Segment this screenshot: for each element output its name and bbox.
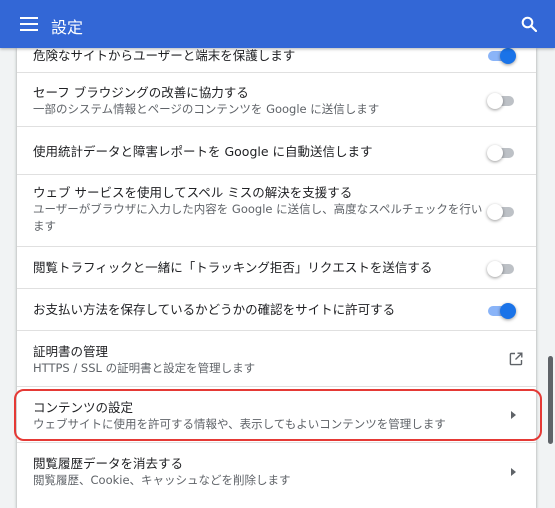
payment-methods-toggle[interactable]: [488, 303, 518, 319]
setting-title: お支払い方法を保存しているかどうかの確認をサイトに許可する: [33, 302, 396, 317]
setting-row-do-not-track[interactable]: 閲覧トラフィックと一緒に「トラッキング拒否」リクエストを送信する: [17, 246, 536, 288]
setting-title: セーフ ブラウジングの改善に協力する: [33, 85, 249, 100]
setting-row-safe-browsing[interactable]: 危険なサイトからユーザーと端末を保護します: [17, 48, 536, 72]
setting-description: 一部のシステム情報とページのコンテンツを Google に送信します: [33, 102, 380, 116]
setting-title: 使用統計データと障害レポートを Google に自動送信します: [33, 144, 373, 159]
toggle-knob: [487, 204, 503, 220]
search-icon[interactable]: [521, 16, 537, 32]
privacy-settings-card: 危険なサイトからユーザーと端末を保護します セーフ ブラウジングの改善に協力する…: [17, 48, 536, 508]
setting-description: HTTPS / SSL の証明書と設定を管理します: [33, 361, 256, 375]
toggle-knob: [487, 145, 503, 161]
page-title: 設定: [51, 18, 84, 37]
do-not-track-toggle[interactable]: [487, 261, 518, 277]
setting-description-continued: ます: [33, 219, 56, 233]
external-link-icon[interactable]: [509, 352, 523, 366]
hamburger-menu-icon[interactable]: [20, 17, 38, 31]
setting-row-spellcheck[interactable]: ウェブ サービスを使用してスペル ミスの解決を支援する ユーザーがブラウザに入力…: [17, 174, 536, 246]
setting-title: 証明書の管理: [33, 344, 109, 359]
chevron-right-icon[interactable]: [511, 411, 516, 419]
scrollbar-thumb[interactable]: [548, 356, 553, 444]
toggle-knob: [500, 303, 516, 319]
usage-stats-toggle[interactable]: [487, 145, 518, 161]
toggle-knob: [487, 261, 503, 277]
setting-row-manage-certificates[interactable]: 証明書の管理 HTTPS / SSL の証明書と設定を管理します: [17, 330, 536, 386]
setting-title: 危険なサイトからユーザーと端末を保護します: [33, 48, 296, 63]
app-toolbar: 設定: [0, 0, 555, 48]
setting-description: ウェブサイトに使用を許可する情報や、表示してもよいコンテンツを管理します: [33, 417, 446, 431]
setting-row-clear-browsing-data[interactable]: 閲覧履歴データを消去する 閲覧履歴、Cookie、キャッシュなどを削除します: [17, 442, 536, 508]
setting-row-payment-methods[interactable]: お支払い方法を保存しているかどうかの確認をサイトに許可する: [17, 288, 536, 330]
setting-row-improve-safe-browsing[interactable]: セーフ ブラウジングの改善に協力する 一部のシステム情報とページのコンテンツを …: [17, 72, 536, 126]
toggle-knob: [500, 48, 516, 64]
chevron-right-icon[interactable]: [511, 468, 516, 476]
setting-row-content-settings[interactable]: コンテンツの設定 ウェブサイトに使用を許可する情報や、表示してもよいコンテンツを…: [17, 386, 536, 442]
setting-description: ユーザーがブラウザに入力した内容を Google に送信し、高度なスペルチェック…: [33, 202, 483, 216]
setting-title: 閲覧履歴データを消去する: [33, 456, 184, 471]
safe-browsing-toggle[interactable]: [488, 48, 518, 64]
setting-title: コンテンツの設定: [33, 400, 134, 415]
toggle-knob: [487, 93, 503, 109]
setting-title: 閲覧トラフィックと一緒に「トラッキング拒否」リクエストを送信する: [33, 260, 433, 275]
improve-safe-browsing-toggle[interactable]: [487, 93, 518, 109]
spellcheck-toggle[interactable]: [487, 204, 518, 220]
setting-title: ウェブ サービスを使用してスペル ミスの解決を支援する: [33, 185, 353, 200]
setting-row-usage-stats[interactable]: 使用統計データと障害レポートを Google に自動送信します: [17, 126, 536, 174]
setting-description: 閲覧履歴、Cookie、キャッシュなどを削除します: [33, 473, 291, 487]
